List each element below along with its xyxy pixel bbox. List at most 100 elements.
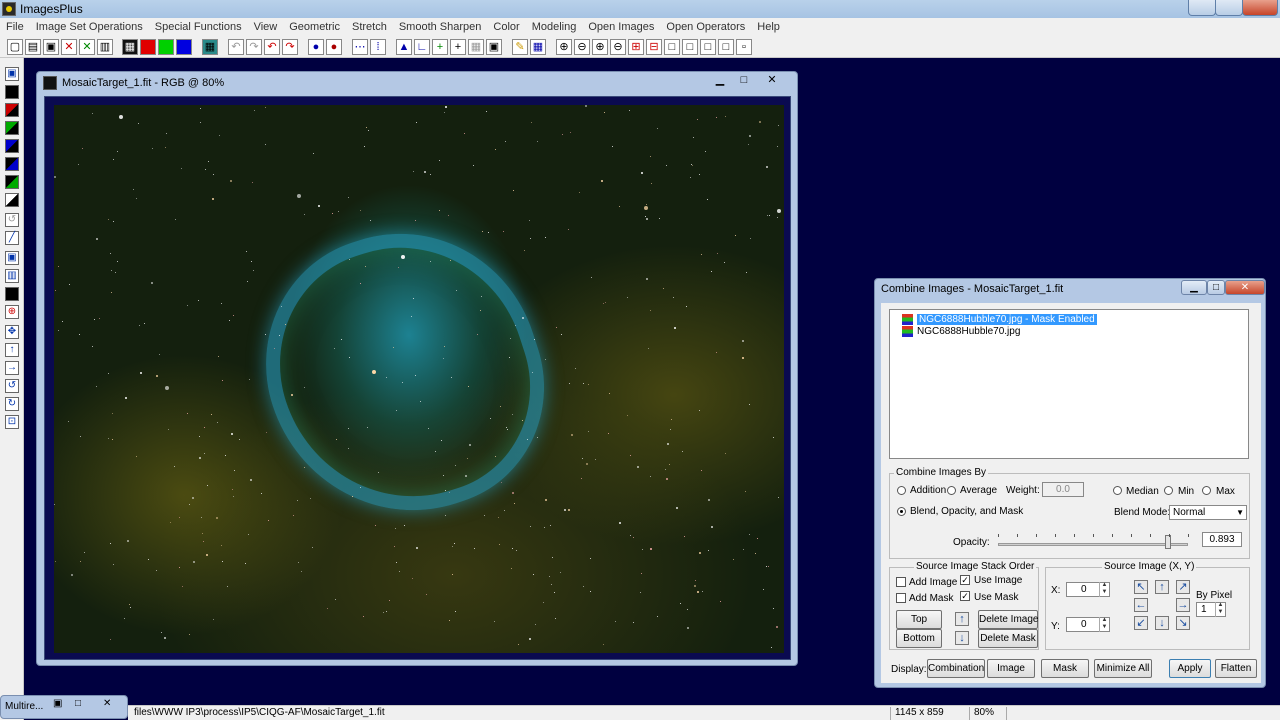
move-down-icon[interactable]: ↓ — [955, 631, 969, 645]
red-black-icon[interactable] — [5, 103, 19, 117]
minimized-close-icon[interactable]: ✕ — [103, 698, 111, 709]
list-item[interactable]: NGC6888Hubble70.jpg - Mask Enabled — [902, 313, 1097, 325]
circle-mask-icon[interactable]: ● — [326, 39, 342, 55]
dialog-minimize-button[interactable]: ▁ — [1181, 280, 1207, 295]
x-spin-arrows-icon[interactable]: ▲ ▼ — [1099, 582, 1109, 597]
arrow-right-tool-icon[interactable]: → — [5, 361, 19, 375]
menu-geometric[interactable]: Geometric — [283, 21, 346, 33]
zoom-tool-icon[interactable]: ⊕ — [5, 305, 19, 319]
by-pixel-stepper[interactable]: 1 ▲ ▼ — [1196, 602, 1226, 617]
triangle-icon[interactable]: ▲ — [396, 39, 412, 55]
menu-help[interactable]: Help — [751, 21, 786, 33]
circle-select-icon[interactable]: ● — [308, 39, 324, 55]
pencil-icon[interactable]: ✎ — [512, 39, 528, 55]
x-offset-stepper[interactable]: 0 ▲ ▼ — [1066, 582, 1110, 597]
camera-icon[interactable]: ▣ — [486, 39, 502, 55]
add-image-checkbox[interactable] — [896, 577, 906, 587]
square-2-icon[interactable]: □ — [682, 39, 698, 55]
black-tool-icon[interactable] — [5, 85, 19, 99]
image-maximize-button[interactable]: □ — [733, 74, 755, 88]
opacity-slider-track[interactable] — [998, 543, 1188, 546]
menu-open-operators[interactable]: Open Operators — [660, 21, 751, 33]
app-maximize-button[interactable] — [1215, 0, 1243, 16]
green-channel-icon[interactable] — [158, 39, 174, 55]
expand-icon[interactable]: ⊞ — [628, 39, 644, 55]
menu-special-functions[interactable]: Special Functions — [149, 21, 248, 33]
blend-opacity-mask-radio[interactable] — [897, 507, 906, 516]
square-5-icon[interactable]: ▫ — [736, 39, 752, 55]
rotate-right-icon[interactable]: ↻ — [5, 397, 19, 411]
menu-file[interactable]: File — [0, 21, 30, 33]
menu-stretch[interactable]: Stretch — [346, 21, 393, 33]
save-icon[interactable]: ▣ — [43, 39, 59, 55]
undo-icon[interactable]: ↶ — [228, 39, 244, 55]
menu-open-images[interactable]: Open Images — [582, 21, 660, 33]
zoom-actual-icon[interactable]: ⊖ — [610, 39, 626, 55]
bottom-button[interactable]: Bottom — [896, 629, 942, 648]
minimize-all-button[interactable]: Minimize All — [1094, 659, 1152, 678]
lasso-icon[interactable]: ↺ — [5, 213, 19, 227]
by-pixel-spin-icon[interactable]: ▲ ▼ — [1215, 602, 1225, 617]
diagonal-icon[interactable]: ╱ — [5, 231, 19, 245]
black-blue-icon[interactable] — [5, 157, 19, 171]
minimized-window[interactable]: Multire... ▣ □ ✕ — [0, 695, 128, 719]
nudge-down-icon[interactable]: ↓ — [1155, 616, 1169, 630]
opacity-slider-thumb[interactable] — [1164, 535, 1171, 549]
black-square-icon[interactable] — [5, 287, 19, 301]
close-icon[interactable]: ✕ — [61, 39, 77, 55]
black-green-icon[interactable] — [5, 175, 19, 189]
axes-icon[interactable]: ∟ — [414, 39, 430, 55]
flatten-button[interactable]: Flatten — [1215, 659, 1257, 678]
square-4-icon[interactable]: □ — [718, 39, 734, 55]
addition-radio[interactable] — [897, 486, 906, 495]
menu-image-set-operations[interactable]: Image Set Operations — [30, 21, 149, 33]
zoom-in-icon[interactable]: ⊕ — [556, 39, 572, 55]
square-3-icon[interactable]: □ — [700, 39, 716, 55]
redo-all-icon[interactable]: ↷ — [282, 39, 298, 55]
min-radio[interactable] — [1164, 486, 1173, 495]
dialog-maximize-button[interactable]: □ — [1207, 280, 1225, 295]
move-icon[interactable]: ✥ — [5, 325, 19, 339]
histogram-icon[interactable]: ▦ — [202, 39, 218, 55]
app-minimize-button[interactable] — [1188, 0, 1216, 16]
menu-smooth-sharpen[interactable]: Smooth Sharpen — [393, 21, 488, 33]
display-mask-button[interactable]: Mask — [1041, 659, 1089, 678]
image-close-button[interactable]: ✕ — [761, 74, 783, 88]
white-black-icon[interactable] — [5, 193, 19, 207]
dialog-close-button[interactable]: ✕ — [1225, 280, 1265, 295]
grid-icon[interactable]: ▦ — [530, 39, 546, 55]
nudge-up-left-icon[interactable]: ↖ — [1134, 580, 1148, 594]
redo-icon[interactable]: ↷ — [246, 39, 262, 55]
apply-button[interactable]: Apply — [1169, 659, 1211, 678]
delete-mask-button[interactable]: Delete Mask — [978, 629, 1038, 648]
square-select-icon[interactable]: ▣ — [5, 251, 19, 265]
max-radio[interactable] — [1202, 486, 1211, 495]
new-file-icon[interactable]: ▢ — [7, 39, 23, 55]
blue-channel-icon[interactable] — [176, 39, 192, 55]
blend-mode-select[interactable]: Normal ▼ — [1169, 505, 1247, 520]
opacity-field[interactable]: 0.893 — [1202, 532, 1242, 547]
dots-icon[interactable]: ⋯ — [352, 39, 368, 55]
copy-icon[interactable]: ▥ — [97, 39, 113, 55]
shrink-icon[interactable]: ⊟ — [646, 39, 662, 55]
zoom-fit-icon[interactable]: ⊕ — [592, 39, 608, 55]
source-image-list[interactable]: NGC6888Hubble70.jpg - Mask Enabled NGC68… — [889, 309, 1249, 459]
y-spin-arrows-icon[interactable]: ▲ ▼ — [1099, 617, 1109, 632]
crosshair-icon[interactable]: + — [450, 39, 466, 55]
zoom-out-icon[interactable]: ⊖ — [574, 39, 590, 55]
flip-icon[interactable]: ⊡ — [5, 415, 19, 429]
red-channel-icon[interactable] — [140, 39, 156, 55]
nudge-down-left-icon[interactable]: ↙ — [1134, 616, 1148, 630]
menu-view[interactable]: View — [248, 21, 284, 33]
weight-field[interactable]: 0.0 — [1042, 482, 1084, 497]
display-image-button[interactable]: Image — [987, 659, 1035, 678]
square-1-icon[interactable]: □ — [664, 39, 680, 55]
nudge-left-icon[interactable]: ← — [1134, 598, 1148, 612]
crosshair-green-icon[interactable]: + — [432, 39, 448, 55]
arrow-up-tool-icon[interactable]: ↑ — [5, 343, 19, 357]
minimized-restore-icon[interactable]: ▣ — [53, 698, 62, 709]
use-image-checkbox[interactable]: ✓ — [960, 575, 970, 585]
save-tool-icon[interactable]: ▣ — [5, 67, 19, 81]
median-radio[interactable] — [1113, 486, 1122, 495]
display-combination-button[interactable]: Combination — [927, 659, 985, 678]
